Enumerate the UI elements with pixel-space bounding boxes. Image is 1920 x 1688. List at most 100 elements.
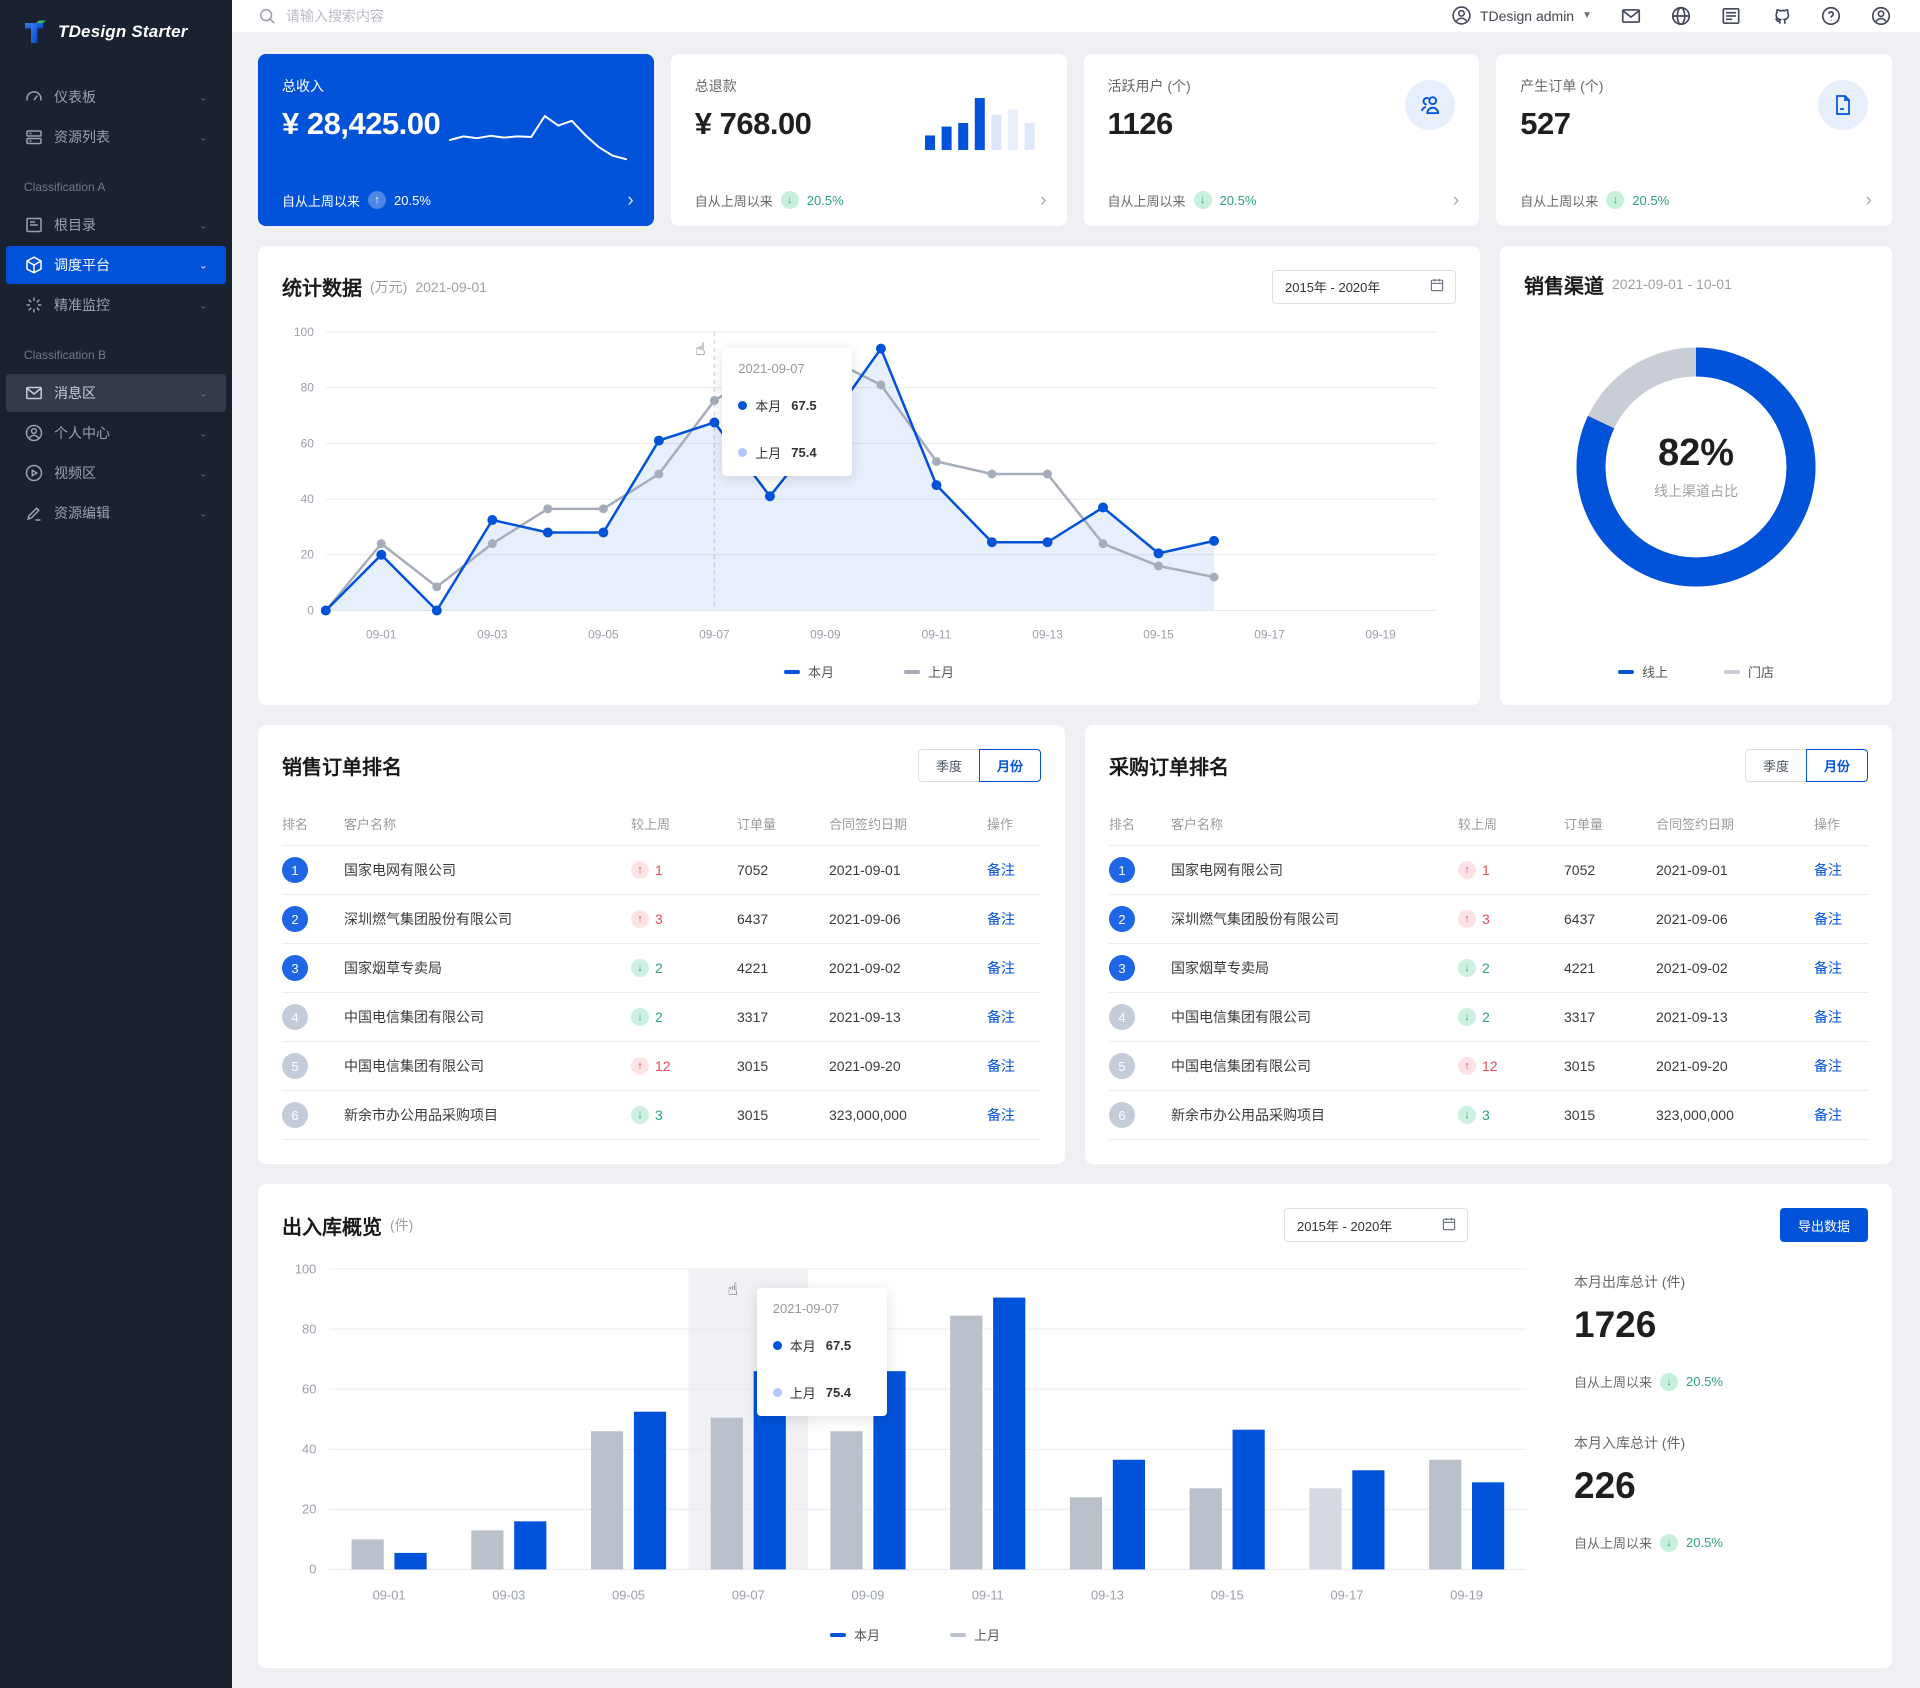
sidebar-item-仪表板[interactable]: 仪表板⌄ [6, 78, 226, 116]
card-value: 527 [1520, 106, 1868, 142]
mail-icon[interactable] [1620, 5, 1642, 27]
chevron-right-icon[interactable]: › [1453, 191, 1459, 210]
remark-link[interactable]: 备注 [1814, 960, 1842, 976]
month-toggle-button[interactable]: 月份 [979, 749, 1041, 782]
quarter-toggle-button[interactable]: 季度 [918, 749, 980, 782]
globe-icon[interactable] [1670, 5, 1692, 27]
svg-text:09-09: 09-09 [852, 1588, 885, 1603]
card-orders[interactable]: 产生订单 (个) 527 自从上周以来 ↓ 20.5% › [1496, 54, 1892, 226]
app-logo[interactable]: TDesign Starter [0, 0, 232, 64]
column-header: 较上周 [631, 814, 737, 833]
trend-up-icon: ↑ [631, 861, 649, 879]
purchase-orders-panel: 采购订单排名 季度 月份 排名客户名称较上周订单量合同签约日期操作1国家电网有限… [1085, 725, 1892, 1164]
tooltip-date: 2021-09-07 [738, 361, 836, 376]
user-icon [1451, 5, 1472, 26]
svg-text:09-13: 09-13 [1032, 627, 1063, 641]
header-actions: TDesign admin ▼ [1451, 5, 1892, 27]
chevron-right-icon[interactable]: › [1040, 191, 1046, 210]
table-row: 4中国电信集团有限公司↓233172021-09-13备注 [282, 993, 1041, 1042]
stat-cards-row: 总收入 ¥ 28,425.00 自从上周以来 ↑ 20.5% › 总退款 ¥ 7… [258, 54, 1892, 226]
user-circle-icon[interactable] [1870, 5, 1892, 27]
table-row: 1国家电网有限公司↑170522021-09-01备注 [1109, 846, 1868, 895]
remark-link[interactable]: 备注 [987, 862, 1015, 878]
contract-date: 2021-09-02 [829, 960, 987, 976]
remark-link[interactable]: 备注 [987, 1107, 1015, 1123]
export-data-button[interactable]: 导出数据 [1780, 1208, 1868, 1242]
card-total-revenue[interactable]: 总收入 ¥ 28,425.00 自从上周以来 ↑ 20.5% › [258, 54, 654, 226]
revenue-sparkline-svg [448, 98, 628, 168]
nav-group-label: Classification B [0, 326, 232, 372]
chart-tooltip: 2021-09-07 本月67.5 上月75.4 [757, 1288, 887, 1416]
rank-badge: 2 [1109, 906, 1135, 932]
sidebar-item-label: 资源列表 [54, 127, 199, 147]
customer-name: 深圳燃气集团股份有限公司 [344, 909, 631, 929]
panel-date-range: 2021-09-01 - 10-01 [1612, 276, 1732, 292]
remark-link[interactable]: 备注 [1814, 911, 1842, 927]
chevron-down-icon: ⌄ [199, 132, 208, 142]
user-menu[interactable]: TDesign admin ▼ [1451, 5, 1592, 26]
help-icon[interactable] [1820, 5, 1842, 27]
refund-sparkbars [923, 94, 1041, 152]
remark-link[interactable]: 备注 [987, 960, 1015, 976]
customer-name: 国家烟草专卖局 [344, 958, 631, 978]
panel-title: 出入库概览 [282, 1211, 382, 1240]
svg-text:09-05: 09-05 [612, 1588, 645, 1603]
edit-icon [24, 503, 44, 523]
card-percent: 20.5% [394, 193, 431, 208]
sidebar-item-调度平台[interactable]: 调度平台⌄ [6, 246, 226, 284]
remark-link[interactable]: 备注 [1814, 1058, 1842, 1074]
remark-link[interactable]: 备注 [987, 911, 1015, 927]
card-footer-text: 自从上周以来 [695, 191, 773, 210]
contract-date: 323,000,000 [1656, 1107, 1814, 1123]
remark-link[interactable]: 备注 [987, 1058, 1015, 1074]
svg-text:09-05: 09-05 [588, 627, 619, 641]
news-icon[interactable] [1720, 5, 1742, 27]
search-input[interactable] [286, 8, 606, 24]
svg-text:20: 20 [301, 548, 315, 562]
stats-panel: 统计数据 (万元) 2021-09-01 2015年 - 2020年 02040… [258, 246, 1480, 705]
sidebar-item-精准监控[interactable]: 精准监控⌄ [6, 286, 226, 324]
remark-link[interactable]: 备注 [987, 1009, 1015, 1025]
order-quantity: 3317 [1564, 1009, 1656, 1025]
panel-title: 销售订单排名 [282, 751, 402, 780]
quarter-toggle-button[interactable]: 季度 [1745, 749, 1807, 782]
month-toggle-button[interactable]: 月份 [1806, 749, 1868, 782]
sidebar-item-资源编辑[interactable]: 资源编辑⌄ [6, 494, 226, 532]
remark-link[interactable]: 备注 [1814, 1107, 1842, 1123]
card-active-users[interactable]: 活跃用户 (个) 1126 自从上周以来 ↓ 20.5% › [1084, 54, 1480, 226]
sidebar-item-视频区[interactable]: 视频区⌄ [6, 454, 226, 492]
chevron-right-icon[interactable]: › [627, 191, 633, 210]
main-area: TDesign admin ▼ 总收入 ¥ 28,425.00 自从上周以来 ↑… [232, 0, 1920, 1688]
card-total-refund[interactable]: 总退款 ¥ 768.00 自从上周以来 ↓ 20.5% › [671, 54, 1067, 226]
top-header: TDesign admin ▼ [232, 0, 1920, 32]
svg-text:09-07: 09-07 [732, 1588, 765, 1603]
contract-date: 2021-09-06 [1656, 911, 1814, 927]
table-row: 1国家电网有限公司↑170522021-09-01备注 [282, 846, 1041, 895]
calendar-icon [1441, 1216, 1457, 1235]
svg-text:40: 40 [302, 1442, 316, 1457]
file-icon [1818, 80, 1868, 130]
github-icon[interactable] [1770, 5, 1792, 27]
customer-name: 国家电网有限公司 [344, 860, 631, 880]
week-change: ↑12 [1458, 1057, 1564, 1075]
rank-badge: 1 [282, 857, 308, 883]
sidebar-item-个人中心[interactable]: 个人中心⌄ [6, 414, 226, 452]
bar-chart: 02040608010009-0109-0309-0509-0709-0909-… [282, 1254, 1548, 1644]
week-change: ↓2 [631, 959, 737, 977]
svg-text:09-19: 09-19 [1365, 627, 1396, 641]
panel-title: 统计数据 [282, 272, 362, 301]
chevron-down-icon: ⌄ [199, 428, 208, 438]
remark-link[interactable]: 备注 [1814, 1009, 1842, 1025]
column-header: 较上周 [1458, 814, 1564, 833]
contract-date: 2021-09-13 [1656, 1009, 1814, 1025]
date-range-picker[interactable]: 2015年 - 2020年 [1284, 1208, 1468, 1242]
sidebar-item-消息区[interactable]: 消息区⌄ [6, 374, 226, 412]
svg-text:09-15: 09-15 [1143, 627, 1174, 641]
date-range-picker[interactable]: 2015年 - 2020年 [1272, 270, 1456, 304]
sidebar-item-资源列表[interactable]: 资源列表⌄ [6, 118, 226, 156]
chevron-right-icon[interactable]: › [1866, 191, 1872, 210]
sidebar-item-label: 个人中心 [54, 423, 199, 443]
table-row: 2深圳燃气集团股份有限公司↑364372021-09-06备注 [1109, 895, 1868, 944]
remark-link[interactable]: 备注 [1814, 862, 1842, 878]
sidebar-item-根目录[interactable]: 根目录⌄ [6, 206, 226, 244]
